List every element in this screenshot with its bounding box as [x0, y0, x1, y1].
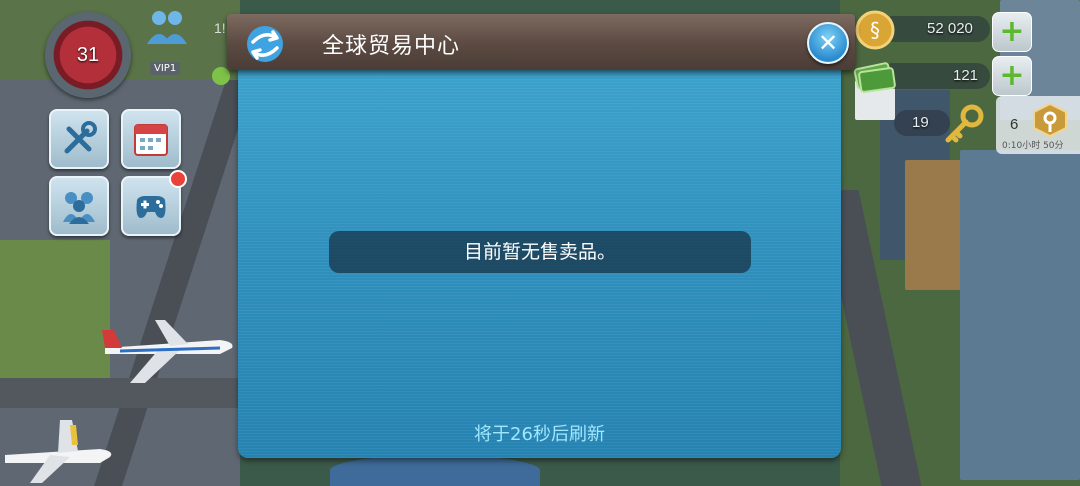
happiness-icon[interactable] — [212, 67, 230, 85]
build-tools-button[interactable] — [49, 109, 109, 169]
plus-icon: + — [999, 14, 1025, 49]
tools-icon — [64, 121, 97, 154]
vip-badge[interactable]: VIP1 — [150, 62, 181, 75]
add-simcash-button[interactable]: + — [992, 56, 1032, 96]
refresh-countdown: 将于26秒后刷新 — [474, 424, 605, 445]
keys-value: 19 — [912, 114, 929, 131]
population-icon — [147, 11, 187, 44]
games-button[interactable] — [121, 170, 187, 236]
social-button[interactable] — [49, 176, 109, 236]
key-icon — [945, 104, 984, 143]
friends-icon — [63, 192, 95, 224]
airplane-icon — [102, 320, 233, 383]
calendar-button[interactable] — [121, 109, 181, 169]
simcash-value: 121 — [953, 67, 979, 84]
population-value: 1! — [214, 20, 226, 36]
level-number: 31 — [76, 44, 100, 66]
notification-dot — [169, 170, 187, 188]
empty-message: 目前暂无售卖品。 — [329, 231, 751, 273]
golden-key-panel[interactable]: 6 0:10小时 50分 — [996, 96, 1080, 154]
stadium — [330, 455, 540, 486]
simcash-icon — [853, 62, 896, 93]
timer-hint: 0:10小时 50分 — [1002, 141, 1064, 151]
add-simoleons-button[interactable]: + — [992, 12, 1032, 52]
close-icon: ✕ — [817, 29, 839, 57]
close-button[interactable]: ✕ — [807, 22, 849, 64]
svg-text:§: § — [870, 18, 880, 42]
global-trade-icon — [247, 26, 283, 62]
calendar-icon — [134, 124, 168, 156]
grass-patch — [0, 240, 110, 400]
level-badge[interactable]: 31 — [45, 12, 131, 98]
skyscraper — [960, 150, 1080, 480]
simoleon-coin-icon: § — [855, 10, 895, 50]
airplane-icon — [5, 420, 112, 483]
dialog-title: 全球贸易中心 — [322, 34, 461, 59]
gamepad-icon — [136, 196, 166, 218]
golden-key-icon — [1033, 102, 1067, 138]
simoleons-value: 52 020 — [927, 20, 973, 37]
golden-keys-value: 6 — [1010, 116, 1019, 133]
plus-icon: + — [999, 58, 1025, 93]
